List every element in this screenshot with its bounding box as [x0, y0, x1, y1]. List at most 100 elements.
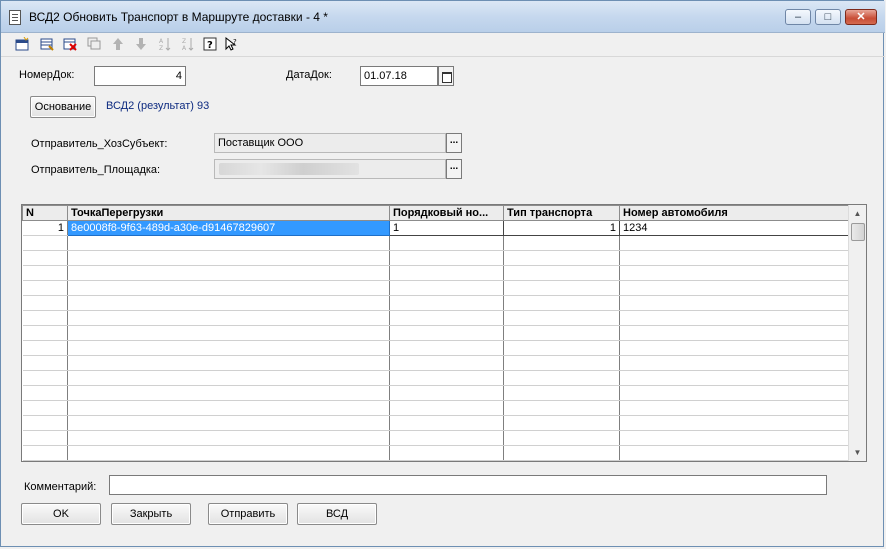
table-cell[interactable]: [503, 310, 620, 326]
add-row-icon[interactable]: [13, 35, 31, 53]
table-cell[interactable]: [67, 445, 390, 461]
table-cell[interactable]: [22, 325, 68, 341]
table-cell[interactable]: [619, 400, 849, 416]
table-cell[interactable]: [389, 385, 504, 401]
table-cell[interactable]: [503, 235, 620, 251]
table-cell[interactable]: [619, 370, 849, 386]
table-cell[interactable]: [22, 340, 68, 356]
table-cell[interactable]: [389, 355, 504, 371]
sort-desc-icon[interactable]: ZA: [179, 35, 197, 53]
table-cell[interactable]: 1: [503, 220, 620, 236]
table-row[interactable]: [22, 445, 849, 461]
table-cell[interactable]: [22, 430, 68, 446]
table-cell[interactable]: [22, 235, 68, 251]
table-cell[interactable]: 1: [389, 220, 504, 236]
column-header[interactable]: N: [22, 205, 68, 221]
table-cell[interactable]: 1234: [619, 220, 849, 236]
sender-field[interactable]: Поставщик ООО: [214, 133, 446, 153]
table-cell[interactable]: [619, 265, 849, 281]
table-cell[interactable]: [619, 250, 849, 266]
table-cell[interactable]: [67, 250, 390, 266]
table-cell[interactable]: [67, 385, 390, 401]
table-cell[interactable]: [389, 445, 504, 461]
table-cell[interactable]: [22, 250, 68, 266]
table-cell[interactable]: [67, 280, 390, 296]
nomer-doc-field[interactable]: 4: [94, 66, 186, 86]
minimize-button[interactable]: ‒: [785, 9, 811, 25]
calendar-button[interactable]: [438, 66, 454, 86]
table-row[interactable]: [22, 280, 849, 296]
table-cell[interactable]: [22, 400, 68, 416]
table-cell[interactable]: [619, 430, 849, 446]
table-cell[interactable]: [22, 385, 68, 401]
table-cell[interactable]: [22, 295, 68, 311]
table-cell[interactable]: [389, 370, 504, 386]
table-cell[interactable]: [619, 295, 849, 311]
whats-this-icon[interactable]: ?: [223, 35, 241, 53]
scroll-up-icon[interactable]: ▲: [849, 205, 866, 222]
osnovanie-button[interactable]: Основание: [30, 96, 96, 118]
table-cell[interactable]: [389, 310, 504, 326]
table-cell[interactable]: [503, 355, 620, 371]
column-header[interactable]: Порядковый но...: [389, 205, 504, 221]
table-cell[interactable]: [67, 355, 390, 371]
edit-row-icon[interactable]: [38, 35, 56, 53]
site-field[interactable]: [214, 159, 446, 179]
table-cell[interactable]: [389, 250, 504, 266]
sort-asc-icon[interactable]: AZ: [156, 35, 174, 53]
table-row[interactable]: [22, 340, 849, 356]
table-cell[interactable]: [389, 340, 504, 356]
table-cell[interactable]: [619, 385, 849, 401]
table-cell[interactable]: [503, 280, 620, 296]
table-cell[interactable]: [503, 430, 620, 446]
table-cell[interactable]: [67, 310, 390, 326]
table-cell[interactable]: [389, 430, 504, 446]
maximize-button[interactable]: □: [815, 9, 841, 25]
table-cell[interactable]: [67, 325, 390, 341]
transport-table[interactable]: N ТочкаПерегрузки Порядковый но... Тип тран…: [21, 204, 867, 462]
table-row[interactable]: [22, 325, 849, 341]
table-cell[interactable]: [389, 280, 504, 296]
delete-row-icon[interactable]: [61, 35, 79, 53]
table-cell[interactable]: [389, 415, 504, 431]
table-cell[interactable]: [22, 355, 68, 371]
table-row[interactable]: [22, 355, 849, 371]
table-row[interactable]: [22, 235, 849, 251]
table-row[interactable]: [22, 250, 849, 266]
move-down-icon[interactable]: [132, 35, 150, 53]
table-cell[interactable]: [619, 235, 849, 251]
scroll-down-icon[interactable]: ▼: [849, 444, 866, 461]
table-row[interactable]: [22, 295, 849, 311]
scroll-thumb[interactable]: [851, 223, 865, 241]
table-cell[interactable]: [503, 325, 620, 341]
table-cell[interactable]: [503, 400, 620, 416]
table-cell[interactable]: [67, 295, 390, 311]
table-row[interactable]: [22, 265, 849, 281]
table-row[interactable]: [22, 430, 849, 446]
table-row[interactable]: [22, 370, 849, 386]
table-cell[interactable]: [503, 295, 620, 311]
table-cell[interactable]: [389, 235, 504, 251]
table-cell[interactable]: [503, 385, 620, 401]
table-cell[interactable]: [67, 340, 390, 356]
table-cell[interactable]: 1: [22, 220, 68, 236]
table-cell[interactable]: [22, 265, 68, 281]
move-up-icon[interactable]: [109, 35, 127, 53]
table-cell[interactable]: [22, 370, 68, 386]
table-cell[interactable]: [67, 400, 390, 416]
table-cell[interactable]: [619, 415, 849, 431]
help-icon[interactable]: ?: [201, 35, 219, 53]
close-button[interactable]: Закрыть: [111, 503, 191, 525]
osnovanie-link[interactable]: ВСД2 (результат) 93: [106, 100, 209, 112]
table-cell[interactable]: [389, 325, 504, 341]
close-window-button[interactable]: ✕: [845, 9, 877, 25]
table-cell[interactable]: [67, 370, 390, 386]
comment-field[interactable]: [109, 475, 827, 495]
sender-select-button[interactable]: ...: [446, 133, 462, 153]
table-cell[interactable]: [619, 310, 849, 326]
column-header[interactable]: Номер автомобиля: [619, 205, 849, 221]
table-row[interactable]: [22, 310, 849, 326]
ok-button[interactable]: OK: [21, 503, 101, 525]
send-button[interactable]: Отправить: [208, 503, 288, 525]
table-cell[interactable]: [22, 445, 68, 461]
